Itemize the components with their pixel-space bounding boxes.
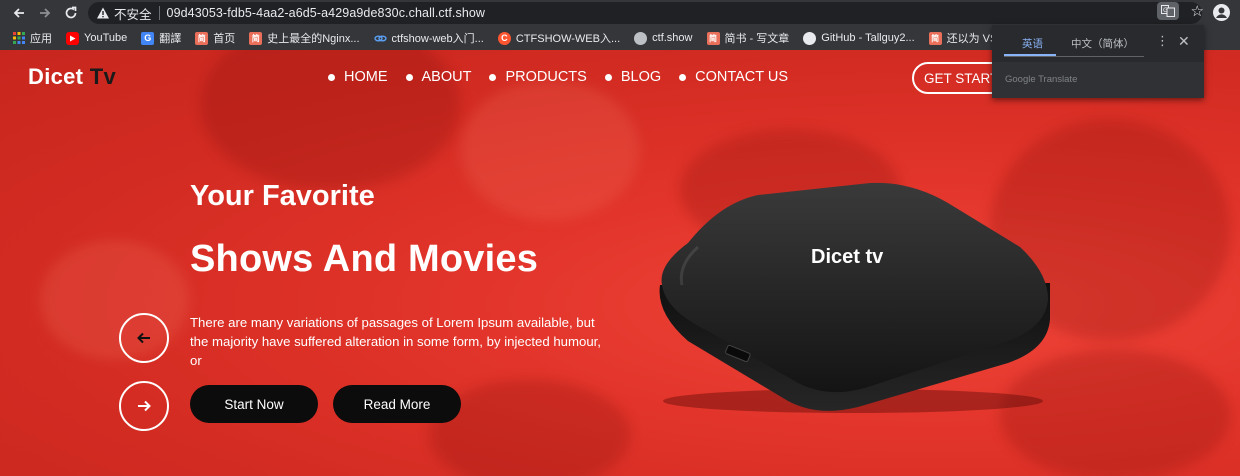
main-nav: HOME ABOUT PRODUCTS BLOG CONTACT US (328, 69, 788, 85)
bookmark-item[interactable]: 应用 (12, 30, 52, 46)
csdn-icon: C (497, 31, 511, 45)
bookmark-label: 翻譯 (159, 33, 182, 45)
bookmark-item[interactable]: YouTube (66, 31, 128, 45)
apps-grid-icon (12, 32, 25, 45)
svg-text:G: G (1163, 7, 1168, 14)
active-tab-indicator (1004, 54, 1056, 56)
jianshu-icon: 简 (195, 31, 209, 45)
translate-popup: 英语 中文（简体） ⋮ ✕ Google Translate (992, 25, 1204, 98)
jianshu-icon: 简 (249, 31, 263, 45)
bookmark-item[interactable]: 简史上最全的Nginx... (249, 30, 360, 46)
google-translate-label: Google Translate (1005, 74, 1078, 85)
bookmark-item[interactable]: G 翻譯 (141, 30, 181, 46)
bookmark-label: YouTube (84, 32, 128, 44)
hero-description: There are many variations of passages of… (190, 315, 601, 368)
bookmark-label: 简书 - 写文章 (724, 33, 790, 45)
bookmark-label: ctf.show (652, 32, 693, 44)
nav-item-blog[interactable]: BLOG (604, 69, 662, 85)
arrow-left-icon (137, 332, 150, 344)
url-text: 09d43053-fdb5-4aa2-a6d5-a429a9de830c.cha… (166, 6, 486, 20)
account-icon (1216, 7, 1227, 18)
nav-bullet-icon (405, 73, 413, 81)
globe-icon (634, 31, 648, 45)
device-brand-label: Dicet tv (811, 246, 884, 268)
bookmark-label: 史上最全的Nginx... (267, 33, 360, 45)
link-icon (373, 32, 387, 45)
bookmark-item[interactable]: C CTFSHOW-WEB入... (497, 30, 621, 46)
arrow-left-icon (13, 8, 24, 18)
arrow-right-icon (40, 8, 51, 18)
bookmark-item[interactable]: ctf.show (634, 31, 693, 45)
youtube-icon (66, 31, 79, 45)
bookmark-item[interactable]: 简简书 - 写文章 (706, 30, 790, 46)
slider-prev-button[interactable] (119, 313, 169, 363)
slider-next-button[interactable] (119, 381, 169, 431)
nav-item-contact[interactable]: CONTACT US (679, 69, 788, 85)
forward-button[interactable] (34, 2, 56, 24)
bookmark-item[interactable]: 简首页 (195, 30, 235, 46)
bookmark-label: 首页 (213, 33, 236, 45)
bookmark-item[interactable]: ctfshow-web入门... (373, 30, 484, 46)
warning-icon (97, 7, 109, 19)
omnibox-actions: G ☆ (1156, 2, 1204, 20)
nav-bullet-icon (679, 73, 687, 81)
url-separator (158, 6, 160, 20)
reload-button[interactable] (60, 2, 82, 24)
background-shade (430, 380, 630, 476)
start-now-button[interactable]: Start Now (190, 385, 318, 423)
hero-subtitle: Your Favorite (190, 180, 375, 212)
website-viewport: Dicet Tv HOME ABOUT PRODUCTS BLOG CONTAC… (0, 50, 1240, 476)
bookmark-item[interactable]: GitHub - Tallguy2... (803, 31, 915, 45)
bookmark-label: GitHub - Tallguy2... (821, 32, 915, 44)
nav-bullet-icon (604, 73, 612, 81)
bookmark-star-icon[interactable]: ☆ (1191, 4, 1204, 19)
translate-body: Google Translate (992, 62, 1204, 98)
bookmark-label: 应用 (30, 33, 52, 45)
translate-tabs: 英语 中文（简体） ⋮ ✕ (992, 25, 1204, 61)
nav-label: PRODUCTS (505, 69, 587, 85)
nav-bullet-icon (489, 73, 497, 81)
site-logo[interactable]: Dicet Tv (28, 64, 116, 90)
nav-label: ABOUT (421, 69, 472, 85)
logo-text-accent: Tv (89, 64, 116, 89)
logo-text-main: Dicet (28, 64, 90, 89)
jianshu-icon: 简 (928, 31, 942, 45)
nav-item-about[interactable]: ABOUT (405, 69, 472, 85)
arrow-right-icon (138, 400, 151, 412)
browser-toolbar: 不安全 09d43053-fdb5-4aa2-a6d5-a429a9de830c… (0, 0, 1240, 26)
nav-bullet-icon (328, 73, 335, 81)
github-icon (803, 31, 817, 45)
nav-item-products[interactable]: PRODUCTS (489, 69, 587, 85)
back-button[interactable] (8, 2, 30, 24)
jianshu-icon: 简 (706, 31, 720, 45)
more-vert-icon[interactable]: ⋮ (1156, 34, 1169, 47)
bookmark-label: CTFSHOW-WEB入... (515, 33, 621, 45)
nav-label: HOME (344, 69, 388, 85)
insecure-label: 不安全 (114, 7, 152, 22)
tab-chinese-simplified[interactable]: 中文（简体） (1071, 36, 1134, 51)
translate-icon: G (141, 31, 155, 45)
nav-label: CONTACT US (695, 69, 789, 85)
translate-button[interactable]: G (1156, 2, 1179, 20)
bookmark-label: ctfshow-web入门... (391, 33, 484, 45)
profile-avatar[interactable] (1213, 4, 1230, 21)
hero-title: Shows And Movies (190, 238, 539, 280)
nav-item-home[interactable]: HOME (328, 69, 388, 85)
close-icon[interactable]: ✕ (1178, 34, 1190, 48)
tab-divider (1004, 56, 1144, 57)
reload-icon (65, 6, 77, 19)
tab-english[interactable]: 英语 (1022, 36, 1043, 51)
nav-label: BLOG (620, 69, 662, 85)
tv-box-image (659, 182, 1050, 413)
translate-icon: G (1160, 5, 1175, 17)
background-highlight (460, 80, 640, 220)
read-more-button[interactable]: Read More (333, 385, 461, 423)
address-bar[interactable]: 不安全 09d43053-fdb5-4aa2-a6d5-a429a9de830c… (88, 2, 1202, 24)
